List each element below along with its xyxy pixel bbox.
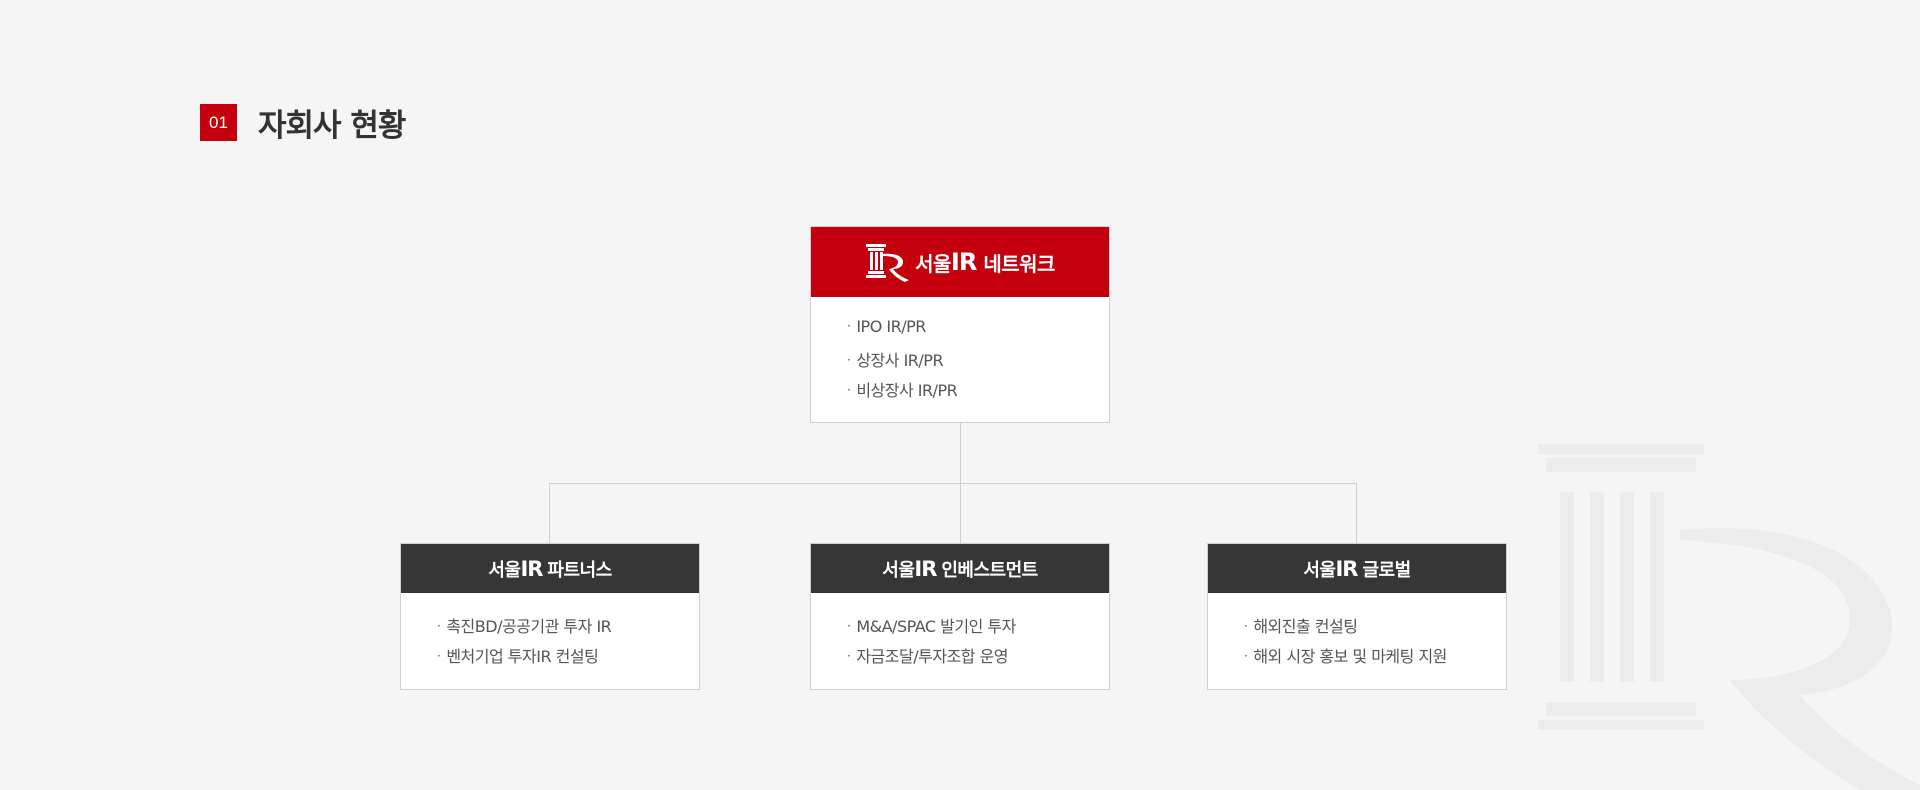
list-item: · 비상장사 IR/PR [847,381,958,400]
org-root-box: 서울 IR 네트워크 · IPO IR/PR · 상장사 IR/PR · 비상장사 IR/… [810,226,1110,423]
seoul-ir-column-logo-icon [865,242,911,282]
section-number-badge: 01 [200,104,237,141]
child-brand-ir: IR [914,556,937,581]
org-root-header: 서울 IR 네트워크 [811,227,1109,297]
child-name: 인베스트먼트 [941,559,1038,581]
child-brand: 서울 [882,559,915,581]
child-name: 글로벌 [1362,559,1411,581]
column-logo-watermark-icon [1538,444,1920,790]
org-child-header: 서울 IR 파트너스 [401,544,699,593]
org-child-box-partners: 서울 IR 파트너스 · 촉진BD/공공기관 투자 IR · 벤처기업 투자IR 컨설팅 [400,543,700,690]
list-item: · 상장사 IR/PR [847,351,944,370]
child-item-list: · 해외진출 컨설팅 · 해외 시장 홍보 및 마케팅 지원 [1208,593,1506,673]
list-item: · 해외 시장 홍보 및 마케팅 지원 [1244,647,1447,666]
child-item-list: · M&A/SPAC 발기인 투자 · 자금조달/투자조합 운영 [811,593,1109,673]
list-item: · 해외진출 컨설팅 [1244,617,1358,636]
list-item: · 촉진BD/공공기관 투자 IR [437,617,612,636]
list-item: · 자금조달/투자조합 운영 [847,647,1009,666]
child-item-list: · 촉진BD/공공기관 투자 IR · 벤처기업 투자IR 컨설팅 [401,593,699,673]
org-child-box-global: 서울 IR 글로벌 · 해외진출 컨설팅 · 해외 시장 홍보 및 마케팅 지원 [1207,543,1507,690]
org-child-header: 서울 IR 글로벌 [1208,544,1506,593]
root-name: 네트워크 [983,251,1055,276]
list-item: · IPO IR/PR [847,317,926,336]
root-brand: 서울 [915,251,951,276]
child-brand-ir: IR [520,556,543,581]
section-title: 자회사 현황 [258,108,406,144]
org-child-box-investment: 서울 IR 인베스트먼트 · M&A/SPAC 발기인 투자 · 자금조달/투자조합 운… [810,543,1110,690]
section-header: 01 자회사 현황 [200,100,406,145]
root-item-list: · IPO IR/PR · 상장사 IR/PR · 비상장사 IR/PR [811,297,1109,407]
list-item: · M&A/SPAC 발기인 투자 [847,617,1016,636]
child-name: 파트너스 [547,559,612,581]
child-brand: 서울 [488,559,521,581]
root-brand-ir: IR [950,248,977,276]
org-child-header: 서울 IR 인베스트먼트 [811,544,1109,593]
child-brand-ir: IR [1335,556,1358,581]
child-brand: 서울 [1303,559,1336,581]
list-item: · 벤처기업 투자IR 컨설팅 [437,647,599,666]
